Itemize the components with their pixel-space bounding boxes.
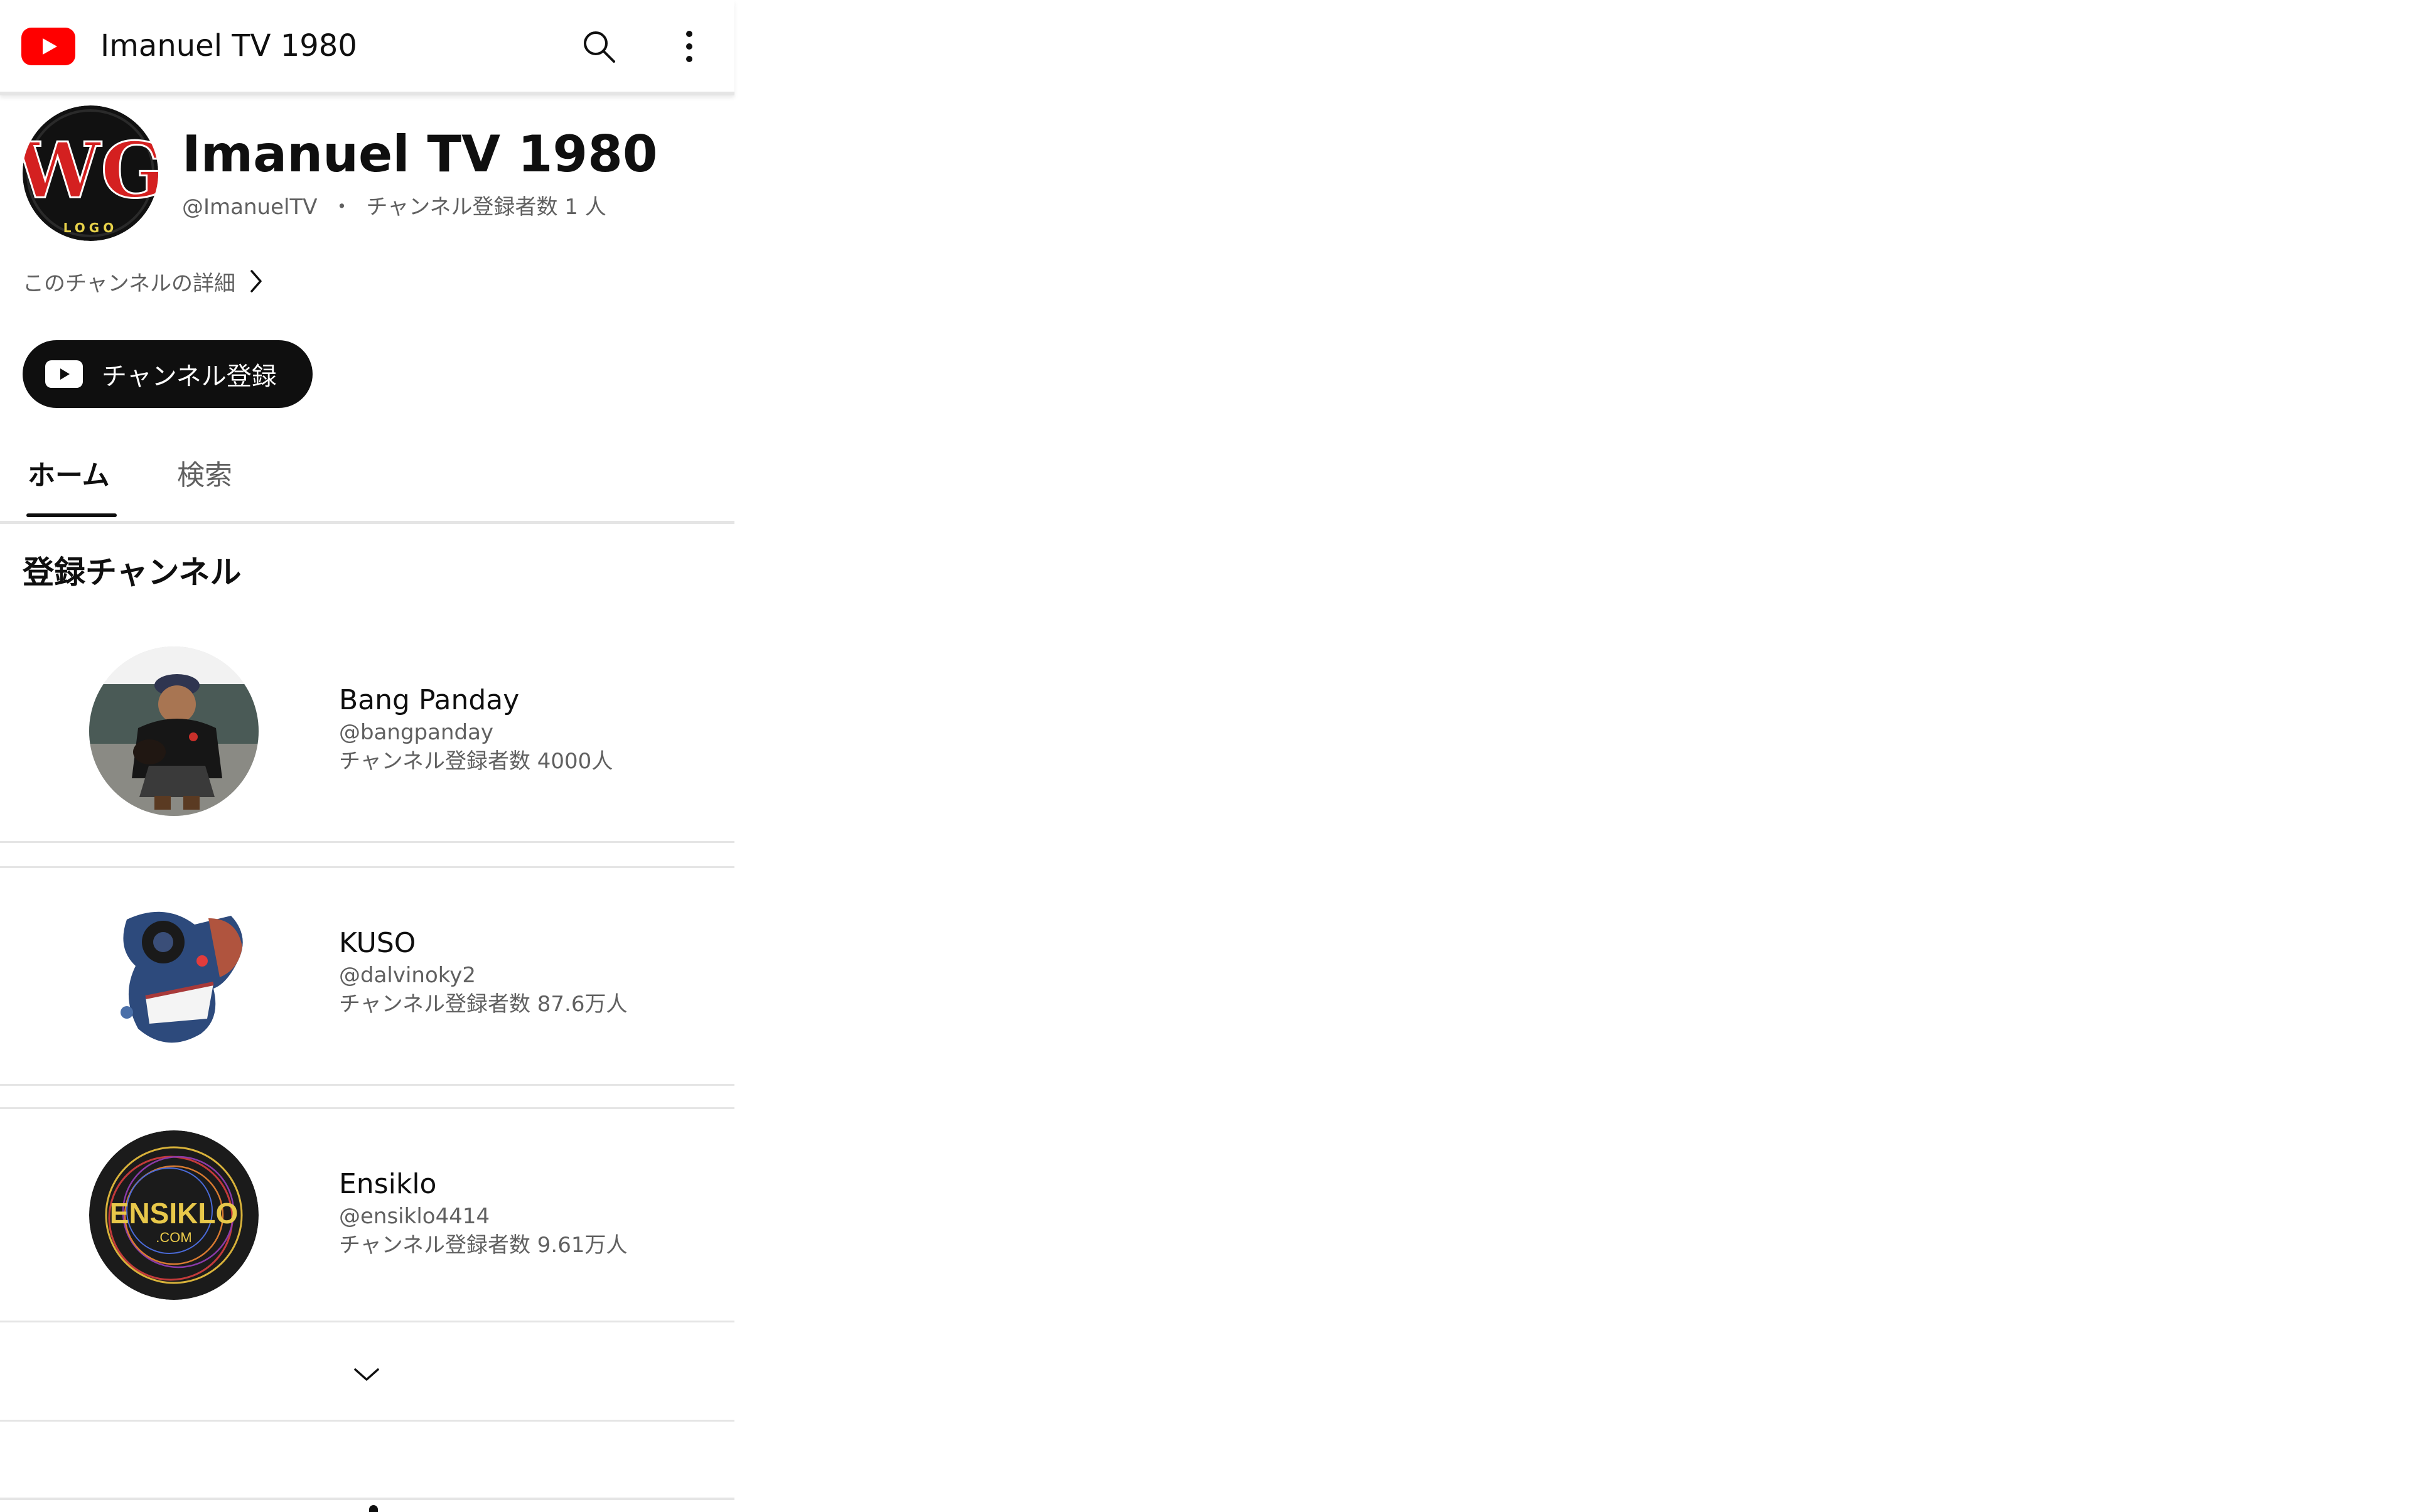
subscription-item[interactable]: Bang Panday @bangpanday チャンネル登録者数 4000人	[0, 625, 734, 843]
subscribe-label: チャンネル登録	[102, 362, 277, 391]
section-divider	[0, 1420, 734, 1422]
subscription-subscribers: チャンネル登録者数 4000人	[339, 749, 613, 774]
partial-icon	[369, 1505, 378, 1512]
subscription-text: Ensiklo @ensiklo4414 チャンネル登録者数 9.61万人	[339, 1167, 628, 1260]
section-divider	[0, 1321, 734, 1322]
avatar-logo-text: LOGO	[63, 220, 117, 235]
channel-details-link[interactable]: このチャンネルの詳細	[23, 264, 263, 299]
subscription-handle: @dalvinoky2	[339, 963, 476, 988]
avatar-wg-text: WG	[23, 125, 158, 215]
channel-name: Imanuel TV 1980	[182, 125, 658, 183]
details-link-label: このチャンネルの詳細	[23, 271, 235, 296]
top-app-bar: Imanuel TV 1980	[0, 0, 734, 95]
chevron-right-icon	[249, 269, 263, 294]
subscription-item[interactable]: ENSIKLO .COM Ensiklo @ensiklo4414 チャンネル登…	[0, 1107, 734, 1325]
subscribe-button[interactable]: チャンネル登録	[23, 340, 313, 408]
subscription-name: Ensiklo	[339, 1168, 437, 1200]
subscriber-count: チャンネル登録者数 1 人	[366, 195, 606, 220]
tab-search[interactable]: 検索	[177, 456, 232, 496]
subscription-subscribers: チャンネル登録者数 9.61万人	[339, 1233, 628, 1258]
subscription-avatar[interactable]	[89, 889, 259, 1059]
channel-panel: Imanuel TV 1980 WG LOGO Imanuel TV 1980 …	[0, 0, 734, 1512]
channel-tabs: ホーム 検索	[0, 439, 734, 524]
subscription-avatar[interactable]: ENSIKLO .COM	[89, 1130, 259, 1300]
subscription-handle: @bangpanday	[339, 720, 494, 745]
subscription-item[interactable]: KUSO @dalvinoky2 チャンネル登録者数 87.6万人	[0, 866, 734, 1086]
topbar-title: Imanuel TV 1980	[100, 28, 357, 63]
ensiklo-logo-subtext: .COM	[156, 1230, 191, 1245]
subscription-avatar[interactable]	[89, 646, 259, 816]
subscription-name: KUSO	[339, 927, 416, 959]
subscription-name: Bang Panday	[339, 684, 520, 716]
search-icon[interactable]	[576, 24, 621, 69]
ensiklo-logo-text: ENSIKLO	[110, 1197, 238, 1230]
subscription-handle: @ensiklo4414	[339, 1204, 490, 1229]
subscription-subscribers: チャンネル登録者数 87.6万人	[339, 992, 628, 1017]
channel-handle: @ImanuelTV	[182, 195, 318, 220]
subscription-text: KUSO @dalvinoky2 チャンネル登録者数 87.6万人	[339, 926, 628, 1019]
subscriptions-title: 登録チャンネル	[23, 554, 242, 591]
section-divider	[0, 1498, 734, 1500]
youtube-play-icon	[45, 360, 83, 388]
channel-meta: @ImanuelTV ・チャンネル登録者数 1 人	[182, 192, 606, 222]
chevron-down-icon[interactable]	[349, 1357, 384, 1392]
channel-avatar[interactable]: WG LOGO	[23, 105, 158, 241]
meta-separator: ・	[331, 195, 353, 220]
subscription-text: Bang Panday @bangpanday チャンネル登録者数 4000人	[339, 683, 613, 776]
tab-selected-indicator	[26, 513, 117, 517]
youtube-logo-icon[interactable]	[21, 28, 75, 65]
more-vert-icon[interactable]	[667, 24, 712, 69]
page: Imanuel TV 1980 WG LOGO Imanuel TV 1980 …	[0, 0, 2418, 1512]
tab-home[interactable]: ホーム	[28, 456, 110, 496]
